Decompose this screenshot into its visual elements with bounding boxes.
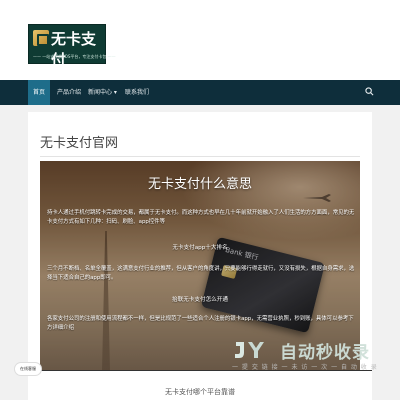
watermark-logo-icon	[232, 339, 272, 361]
article-paragraph-1: 持卡人通过手机付跳转卡完成的交易，都属于无卡支付。而这种方式也早在几十年前就开始…	[47, 210, 355, 225]
article-heading: 无卡支付什么意思	[147, 177, 252, 192]
logo-emblem-icon	[33, 30, 49, 46]
nav-item-contact[interactable]: 联系我们	[120, 80, 154, 105]
page-title: 无卡支付官网	[40, 136, 119, 151]
nav-item-home[interactable]: 首页	[28, 80, 51, 105]
bottom-divider	[40, 370, 372, 371]
logo-tagline: —— 一站式手机POS平台，专注支付卡包 ——	[33, 54, 116, 59]
article-paragraph-3: 各家支付公司的注册和使用流程都不一样，但是比规范了一些适合个人注册的银卡app，…	[47, 316, 354, 331]
article-paragraph-2: 三个月不断档、名单全覆盖，这满意支付行业的推荐，但从客户的角度讲，只要能够行得走…	[47, 266, 355, 281]
nav-item-products[interactable]: 产品介绍	[52, 80, 86, 105]
search-icon[interactable]	[365, 87, 374, 96]
site-logo[interactable]: 无卡支付 —— 一站式手机POS平台，专注支付卡包 ——	[28, 24, 116, 69]
site-header: 无卡支付 —— 一站式手机POS平台，专注支付卡包 ——	[0, 0, 400, 80]
watermark-text: 自动秒收录	[280, 343, 370, 363]
nav-item-news[interactable]: 新闻中心 ▾	[83, 80, 122, 105]
logo-text: 无卡支付	[51, 30, 97, 69]
customer-service-badge[interactable]: 在线客服	[14, 362, 42, 376]
article-subheading-1: 无卡支付app十大排名	[172, 245, 228, 251]
title-divider	[40, 156, 360, 157]
main-nav: 首页 产品介绍 新闻中心 ▾ 联系我们	[0, 80, 400, 105]
article-subheading-2: 抬联无卡支付怎么开通	[172, 297, 228, 303]
next-article-title[interactable]: 无卡支付哪个平台靠谱	[28, 387, 372, 397]
